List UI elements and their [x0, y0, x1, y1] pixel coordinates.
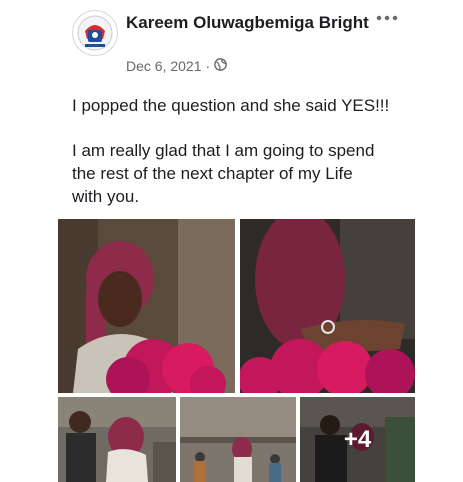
- post-text-line-4: with you.: [72, 187, 140, 206]
- photo-3[interactable]: [58, 397, 176, 482]
- more-photos-overlay[interactable]: +4: [300, 397, 415, 482]
- more-options-button[interactable]: [376, 8, 398, 24]
- photo-2[interactable]: [240, 219, 415, 393]
- avatar-logo-icon: [77, 15, 113, 51]
- author-name[interactable]: Kareem Oluwagbemiga Bright: [126, 12, 376, 34]
- meta-separator: ·: [205, 58, 211, 74]
- author-avatar[interactable]: [72, 10, 118, 56]
- post-text-line-3: the rest of the next chapter of my Life: [72, 164, 353, 183]
- post-text-line-2: I am really glad that I am going to spen…: [72, 141, 375, 160]
- post-meta: Dec 6, 2021 ·: [126, 58, 228, 74]
- more-dots-icon: [376, 15, 398, 21]
- photo-1[interactable]: [58, 219, 235, 393]
- photo-5[interactable]: +4: [300, 397, 415, 482]
- post-text-line-1: I popped the question and she said YES!!…: [72, 96, 390, 115]
- photo-4[interactable]: [180, 397, 296, 482]
- post-date[interactable]: Dec 6, 2021: [126, 58, 202, 74]
- globe-icon: [214, 58, 228, 74]
